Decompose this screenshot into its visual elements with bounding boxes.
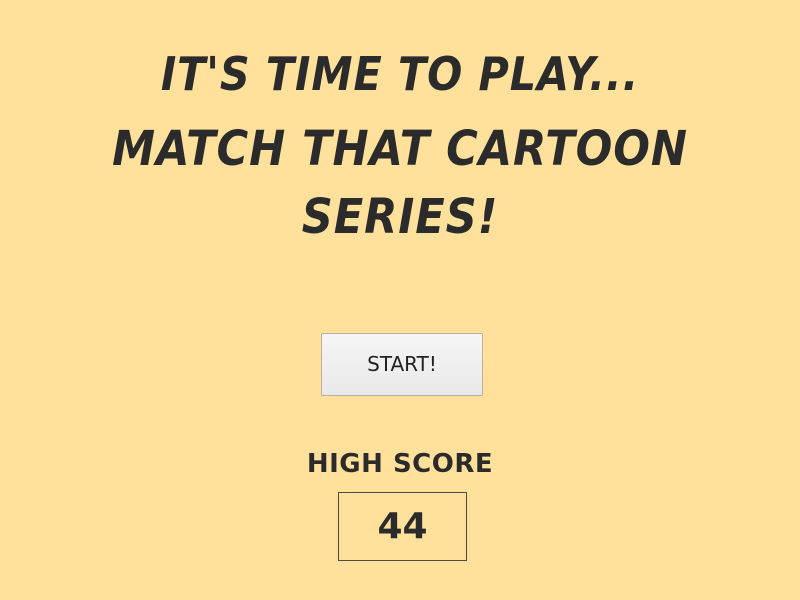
title-line-1: IT'S TIME TO PLAY... [160, 47, 640, 101]
start-button[interactable]: START! [321, 333, 483, 396]
title-line-3: SERIES! [301, 189, 499, 245]
high-score-label: HIGH SCORE [306, 449, 494, 479]
title-line-2: MATCH THAT CARTOON [112, 121, 688, 177]
high-score-value: 44 [338, 492, 467, 561]
